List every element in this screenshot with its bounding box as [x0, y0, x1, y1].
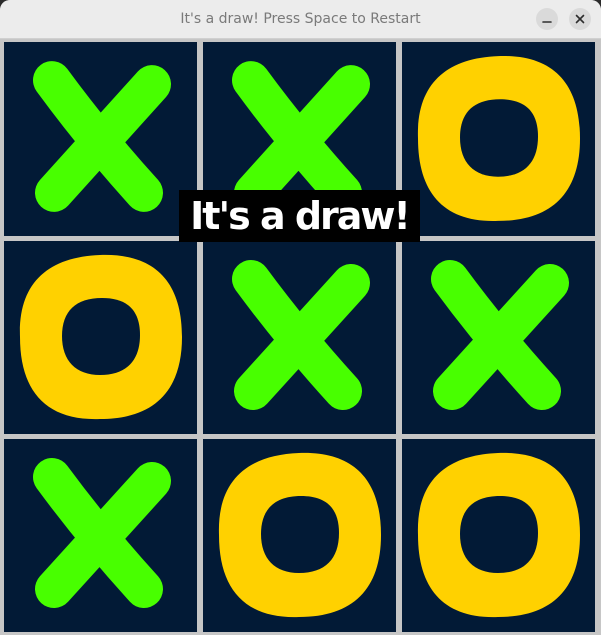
minimize-button[interactable] [536, 8, 558, 30]
window-title: It's a draw! Press Space to Restart [180, 11, 421, 27]
x-mark [232, 61, 370, 212]
x-mark [232, 260, 370, 410]
board-cell[interactable] [402, 439, 595, 632]
board-cell[interactable] [203, 439, 396, 632]
board-cell[interactable] [402, 241, 595, 434]
x-mark [33, 458, 171, 608]
title-bar[interactable]: It's a draw! Press Space to Restart [0, 0, 601, 39]
o-mark [417, 55, 580, 222]
game-board [0, 39, 601, 635]
x-mark [33, 61, 171, 212]
o-mark [417, 452, 580, 618]
board-cell[interactable] [4, 42, 197, 236]
close-icon [575, 14, 585, 24]
o-mark [19, 254, 182, 420]
board-cell[interactable] [4, 241, 197, 434]
board-cell[interactable] [4, 439, 197, 632]
x-mark [431, 260, 569, 410]
o-mark [218, 452, 381, 618]
game-window: It's a draw! Press Space to Restart It's… [0, 0, 601, 635]
board-cell[interactable] [402, 42, 595, 236]
minimize-icon [542, 21, 552, 23]
board-cell[interactable] [203, 241, 396, 434]
close-button[interactable] [569, 8, 591, 30]
result-banner: It's a draw! [179, 190, 420, 242]
